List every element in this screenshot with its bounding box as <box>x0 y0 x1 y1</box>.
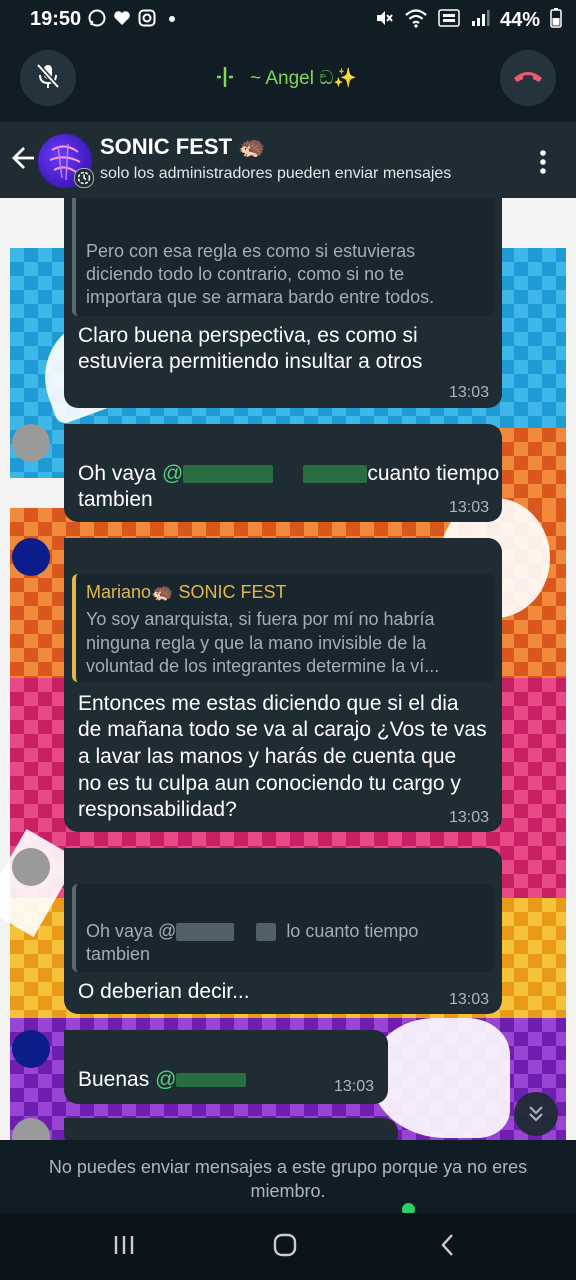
message-text-line: Buenas @ <box>78 1066 247 1093</box>
home-icon <box>273 1233 297 1261</box>
message-text-line: estuviera permitiendo insultar a otros <box>78 350 423 373</box>
heart-icon <box>113 9 131 27</box>
notification-icons <box>88 9 181 27</box>
quoted-text-line: Oh vaya @ lo cuanto tiempo <box>86 920 418 943</box>
system-icons: 44% <box>374 8 562 33</box>
quoted-text-line: importara que se armara bardo entre todo… <box>86 287 435 307</box>
dot-icon <box>163 9 181 27</box>
audio-wave-icon <box>214 64 236 95</box>
message-text-line: de mañana todo se va al carajo ¿Vos te v… <box>78 718 487 741</box>
message-text-line: Claro buena perspectiva, es como si <box>78 324 418 347</box>
message-time: 13:03 <box>449 499 490 516</box>
quoted-text-line: voluntad de los integrantes determine la… <box>86 656 440 676</box>
double-chevron-down-icon <box>525 1103 547 1130</box>
signal-icon <box>470 8 490 33</box>
recents-button[interactable] <box>112 1233 136 1262</box>
quoted-text-line: ninguna regla y que la mano invisible de… <box>86 633 427 653</box>
home-button[interactable] <box>273 1233 297 1262</box>
disappearing-timer-icon <box>74 168 94 188</box>
mute-icon <box>374 8 394 33</box>
message-text-line: responsabilidad? <box>78 798 237 821</box>
message-text-line: Entonces me estas diciendo que si el dia <box>78 692 459 715</box>
notice-line: No puedes enviar mensajes a este grupo p… <box>48 1157 528 1177</box>
nav-back-button[interactable] <box>438 1233 458 1262</box>
end-call-icon <box>512 68 544 89</box>
sender-avatar[interactable] <box>12 848 50 886</box>
more-vert-icon <box>537 150 549 180</box>
sender-avatar[interactable] <box>12 1030 50 1068</box>
whatsapp-icon <box>88 9 106 27</box>
volte-icon <box>438 8 460 33</box>
back-arrow-icon <box>10 147 36 177</box>
message-text: Buenas <box>78 1068 156 1091</box>
message-text-line: a lavar las manos y harás de cuenta que <box>78 745 457 768</box>
message-text-line: no es tu culpa aun conociendo tu cargo y <box>78 772 461 795</box>
call-participant-name: ~ Angel ඞ✨ <box>250 68 357 89</box>
quoted-text: lo cuanto tiempo <box>286 921 419 941</box>
message-text: O deberian decir... <box>78 980 250 1003</box>
sender-avatar[interactable] <box>12 538 50 576</box>
group-subtitle: solo los administradores pueden enviar m… <box>100 165 452 182</box>
sender-avatar[interactable] <box>12 424 50 462</box>
end-call-button[interactable] <box>500 50 556 106</box>
quoted-text-line: Yo soy anarquista, si fuera por mí no ha… <box>86 609 435 629</box>
mic-off-icon <box>35 62 61 95</box>
quoted-text-line: tambien <box>86 944 151 964</box>
message-text-line: Oh vaya @ cuanto tiempo <box>78 460 499 487</box>
message-text: cuanto tiempo <box>367 462 500 485</box>
message-text: Oh vaya <box>78 462 163 485</box>
message-text-line: tambien <box>78 488 153 511</box>
more-options-button[interactable] <box>537 148 549 176</box>
message-time: 13:03 <box>449 384 490 401</box>
notice-line: miembro. <box>250 1181 326 1201</box>
message-time: 13:03 <box>449 991 490 1008</box>
quoted-text-line: Pero con esa regla es como si estuvieras <box>86 241 416 261</box>
message-time: 13:03 <box>334 1078 375 1095</box>
quoted-author: Mariano🦔 SONIC FEST <box>86 582 287 602</box>
mention[interactable]: @ <box>155 1068 176 1091</box>
instagram-icon <box>138 9 156 27</box>
battery-level: 44% <box>499 9 540 31</box>
chevron-left-icon <box>438 1234 458 1261</box>
message-time: 13:03 <box>449 809 490 826</box>
recents-icon <box>112 1236 136 1261</box>
back-button[interactable] <box>10 143 36 173</box>
quoted-text-line: diciendo todo lo contrario, como si no t… <box>86 264 405 284</box>
mention[interactable]: @ <box>162 462 183 485</box>
not-member-notice: No puedes enviar mensajes a este grupo p… <box>20 1155 556 1203</box>
scroll-to-bottom-button[interactable] <box>514 1092 558 1136</box>
wifi-icon <box>404 8 428 33</box>
status-time: 19:50 <box>30 8 82 30</box>
group-title[interactable]: SONIC FEST 🦔 <box>100 134 266 160</box>
mute-mic-button[interactable] <box>20 50 76 106</box>
battery-icon <box>550 8 562 33</box>
quoted-text: Oh vaya @ <box>86 921 177 941</box>
